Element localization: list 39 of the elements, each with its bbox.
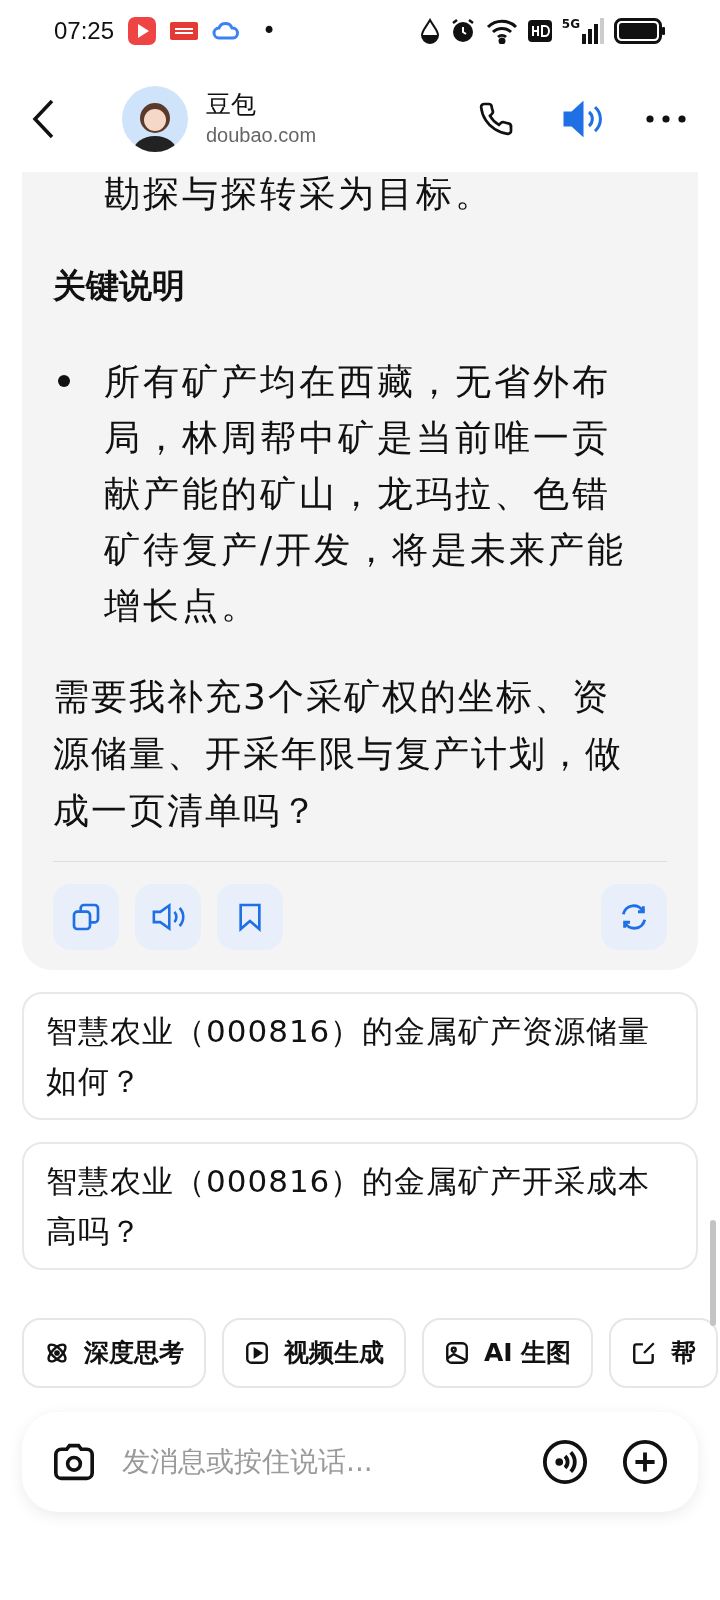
network-label: 5G [561,18,580,30]
bookmark-icon [236,901,264,933]
copy-button[interactable] [53,884,119,950]
tool-chip[interactable]: 深度思考 [22,1318,206,1388]
image-icon [444,1340,470,1366]
input-field[interactable]: 发消息或按住说话... [122,1441,542,1483]
message-text: 需要我补充3个采矿权的坐标、资源储量、开采年限与复产计划，做成一页清单吗？ [53,675,624,833]
suggestion-button[interactable]: 智慧农业（000816）的金属矿产资源储量如何？ [22,992,698,1120]
play-icon [244,1340,270,1366]
message-heading: 关键说明 [53,265,186,307]
contact-subtitle: doubao.com [206,123,317,148]
suggestion-button[interactable]: 智慧农业（000816）的金属矿产开采成本高吗？ [22,1142,698,1270]
notification-dot: • [262,16,277,47]
camera-icon[interactable] [52,1442,96,1482]
message-text: 勘探与探转采为目标。 [103,172,495,216]
tool-chip[interactable]: 视频生成 [222,1318,406,1388]
add-icon[interactable] [622,1439,668,1485]
signal-icon [582,18,604,44]
voice-icon[interactable] [542,1439,588,1485]
speaker-icon [150,901,186,933]
read-aloud-button[interactable] [135,884,201,950]
atom-icon [44,1340,70,1366]
message-text: 所有矿产均在西藏，无省外布局，林周帮中矿是当前唯一贡献产能的矿山，龙玛拉、色错矿待复产/开发，将是未来产能增长点。 [104,360,628,628]
message-input[interactable]: 发消息或按住说话... [22,1412,698,1512]
tool-chip[interactable]: 帮 [609,1318,719,1388]
clock: 07:25 [54,16,115,46]
bookmark-button[interactable] [217,884,283,950]
cloud-icon [212,20,241,42]
copy-icon [70,901,102,933]
hd-icon [527,20,552,42]
bullet-icon [57,374,71,388]
drop-icon [419,18,440,44]
contact-name: 豆包 [206,89,257,121]
battery-icon [614,18,666,44]
regenerate-button[interactable] [601,884,667,950]
tool-chip[interactable]: AI 生图 [422,1318,594,1388]
news-app-icon [170,22,199,40]
video-app-icon [128,17,157,45]
wifi-icon [485,18,518,44]
